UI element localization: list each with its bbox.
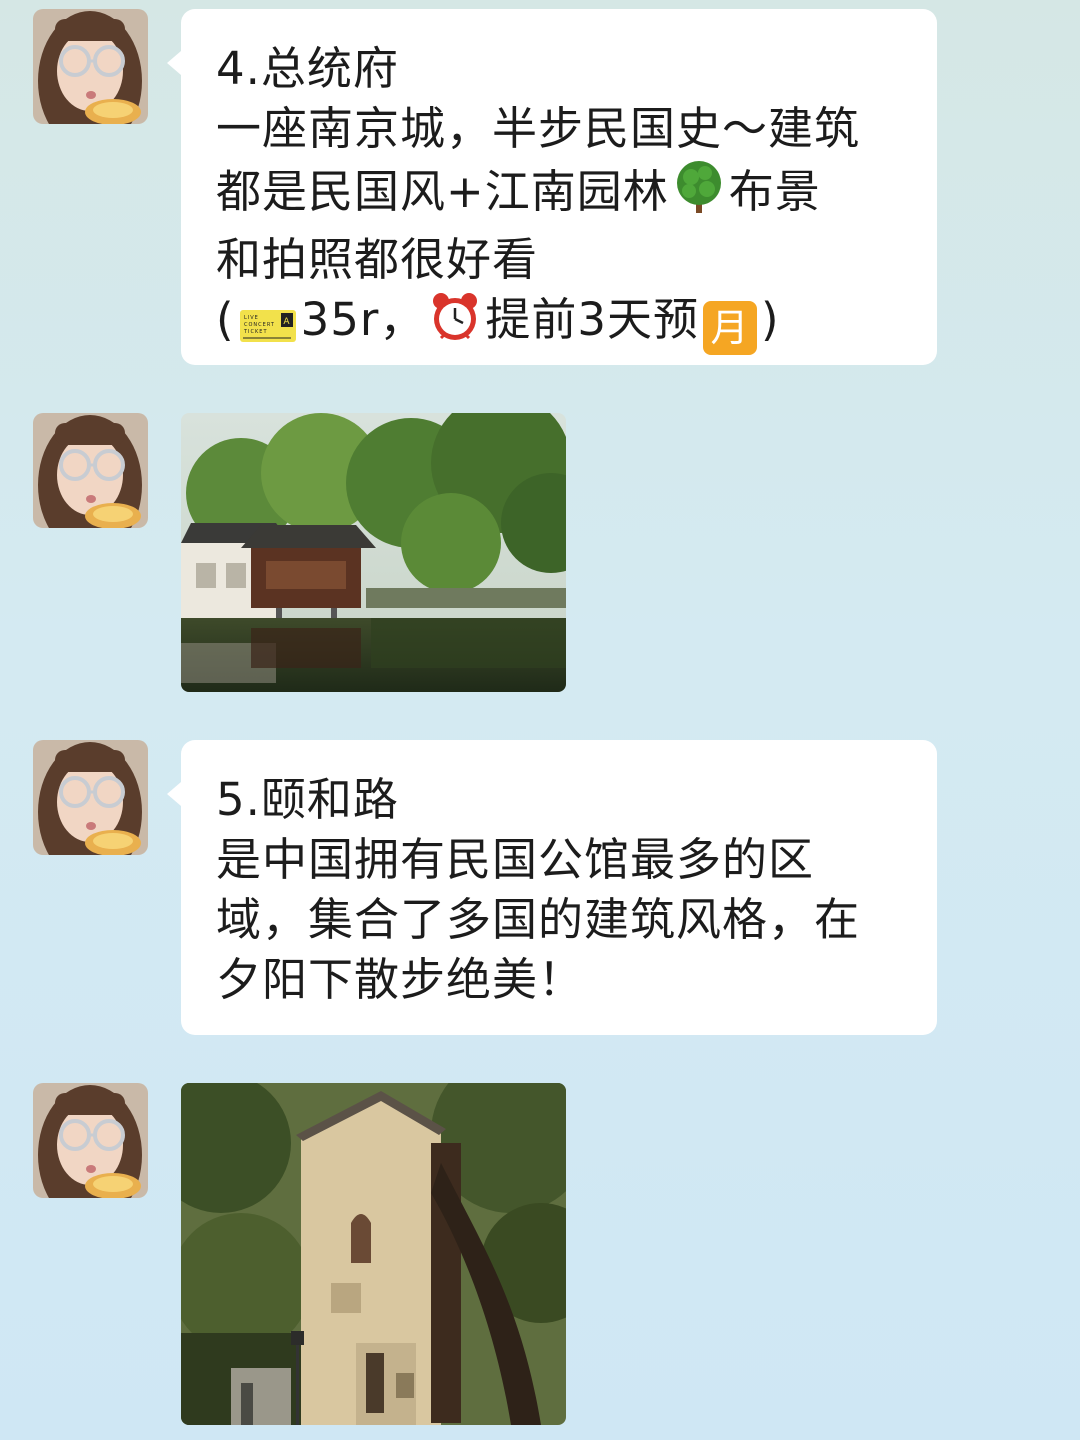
message-line: 是中国拥有民国公馆最多的区: [216, 833, 815, 886]
message-line-text: 布景: [728, 165, 821, 218]
ticket-emoji-icon: A LIVE CONCERT TICKET: [239, 298, 297, 358]
message-line: 一座南京城，半步民国史～建筑: [216, 102, 861, 155]
message-title: 4.总统府: [216, 42, 399, 95]
month-badge-text: 月: [710, 306, 750, 350]
avatar[interactable]: [33, 413, 148, 528]
message-line: 和拍照都很好看: [216, 233, 539, 286]
avatar[interactable]: [33, 9, 148, 124]
avatar[interactable]: [33, 740, 148, 855]
svg-text:TICKET: TICKET: [243, 329, 268, 335]
message-line: 域，集合了多国的建筑风格，在: [216, 893, 861, 946]
avatar[interactable]: [33, 1083, 148, 1198]
svg-text:A: A: [283, 317, 290, 327]
price-text: 35r，: [300, 293, 426, 346]
message-line-text: 都是民国风+江南园林: [216, 165, 669, 218]
svg-text:LIVE: LIVE: [244, 315, 259, 321]
paren-close: ): [760, 293, 780, 346]
booking-text: 提前3天预: [485, 293, 699, 346]
message-line: 都是民国风+江南园林 布景: [216, 159, 903, 230]
old-villa-photo[interactable]: [181, 1083, 566, 1425]
message-title: 5.颐和路: [216, 773, 399, 826]
alarm-clock-emoji-icon: [429, 291, 481, 358]
text-bubble[interactable]: 5.颐和路 是中国拥有民国公馆最多的区 域，集合了多国的建筑风格，在 夕阳下散步…: [167, 740, 937, 1035]
tree-emoji-icon: [673, 159, 725, 230]
text-bubble[interactable]: 4.总统府 一座南京城，半步民国史～建筑 都是民国风+江南园林 布景 和拍照都很…: [167, 9, 937, 365]
message-line: 夕阳下散步绝美！: [216, 953, 585, 1006]
svg-text:CONCERT: CONCERT: [244, 322, 275, 328]
garden-pavilion-photo[interactable]: [181, 413, 566, 692]
message-line: ( A LIVE CONCERT TICKET 35r， 提前3天预 月): [216, 290, 903, 358]
month-calendar-icon: 月: [702, 301, 757, 355]
paren-open: (: [216, 293, 235, 346]
